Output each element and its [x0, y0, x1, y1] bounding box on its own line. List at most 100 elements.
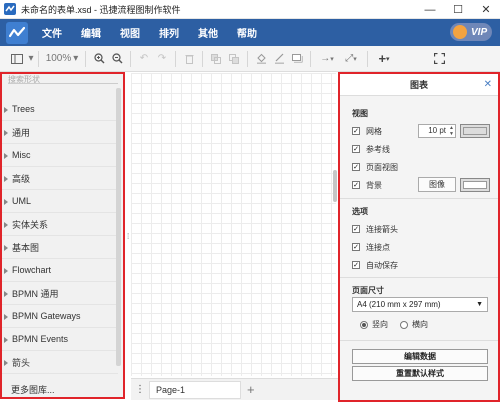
- page-size-section: 页面尺寸: [340, 285, 498, 296]
- shadow-icon[interactable]: [288, 49, 306, 69]
- canvas-scrollbar[interactable]: [333, 170, 337, 202]
- diagram-canvas[interactable]: [131, 73, 336, 376]
- toolbar-divider: [367, 50, 368, 67]
- guides-option: ✓ 参考线: [352, 140, 498, 158]
- grid-color-swatch[interactable]: [460, 124, 490, 138]
- section-divider: [340, 340, 498, 341]
- section-divider: [340, 198, 498, 199]
- view-section: 视图: [340, 108, 498, 119]
- shape-library-panel: 搜索形状 Trees 通用 Misc 高级 UML 实体关系 基本图 Flowc…: [0, 72, 125, 399]
- connection-arrows-option: ✓ 连接箭头: [352, 220, 498, 238]
- format-panel: 图表 ✕ 视图 ✓ 网格 10 pt ▲ ▼ ✓ 参考线 ✓ 页面视图 ✓ 背景 …: [338, 72, 500, 402]
- zoom-in-icon[interactable]: [90, 49, 108, 69]
- view-section-title: 视图: [352, 109, 368, 118]
- close-button[interactable]: ✕: [472, 0, 500, 19]
- view-options: ✓ 网格 10 pt ▲ ▼ ✓ 参考线 ✓ 页面视图 ✓ 背景 图像: [340, 122, 498, 194]
- zoom-value: 100%: [45, 53, 72, 64]
- line-color-icon[interactable]: [270, 49, 288, 69]
- library-item-uml[interactable]: UML: [2, 190, 118, 213]
- menu-other[interactable]: 其他: [198, 25, 218, 40]
- grid-size-value: 10 pt: [428, 126, 446, 135]
- page-view-checkbox[interactable]: ✓: [352, 163, 360, 171]
- page-tab-bar: ⋮ Page-1 +: [131, 378, 338, 400]
- options-list: ✓ 连接箭头 ✓ 连接点 ✓ 自动保存: [340, 220, 498, 274]
- library-item-basic[interactable]: 基本图: [2, 236, 118, 259]
- connection-style-icon[interactable]: → ▾: [315, 49, 339, 69]
- page-tab-page-1[interactable]: Page-1: [149, 380, 241, 399]
- landscape-radio[interactable]: [400, 320, 408, 329]
- insert-icon[interactable]: + ▾: [372, 49, 396, 69]
- orientation-landscape[interactable]: 横向: [400, 319, 428, 330]
- fullscreen-icon[interactable]: [430, 49, 448, 69]
- connection-points-checkbox[interactable]: ✓: [352, 243, 360, 251]
- background-image-button[interactable]: 图像: [418, 177, 456, 192]
- pages-menu-icon[interactable]: ⋮: [131, 384, 149, 395]
- portrait-radio[interactable]: [360, 320, 368, 329]
- toolbar-divider: [247, 50, 248, 67]
- minimize-button[interactable]: —: [416, 0, 444, 19]
- background-checkbox[interactable]: ✓: [352, 181, 360, 189]
- zoom-out-icon[interactable]: [108, 49, 126, 69]
- library-item-entity-relation[interactable]: 实体关系: [2, 213, 118, 236]
- zoom-select[interactable]: 100% ▾: [43, 49, 81, 69]
- app-logo-icon[interactable]: [6, 21, 28, 44]
- edit-data-button[interactable]: 编辑数据: [352, 349, 488, 364]
- grid-checkbox[interactable]: ✓: [352, 127, 360, 135]
- waypoints-icon[interactable]: ⤢ ▾: [339, 49, 363, 69]
- library-item-flowchart[interactable]: Flowchart: [2, 259, 118, 282]
- to-front-icon[interactable]: [207, 49, 225, 69]
- menu-arrange[interactable]: 排列: [159, 25, 179, 40]
- window-title: 未命名的表单.xsd - 迅捷流程图制作软件: [21, 4, 181, 15]
- menu-help[interactable]: 帮助: [237, 25, 257, 40]
- menu-file[interactable]: 文件: [42, 25, 62, 40]
- more-libraries-link[interactable]: 更多图库...: [11, 383, 55, 396]
- page-size-value: A4 (210 mm x 297 mm): [357, 300, 441, 309]
- redo-icon[interactable]: ↷: [153, 49, 171, 69]
- library-scrollbar[interactable]: [116, 88, 121, 366]
- panel-splitter-handle[interactable]: ⁞: [127, 232, 129, 241]
- close-icon[interactable]: ✕: [484, 79, 492, 90]
- menu-edit[interactable]: 编辑: [81, 25, 101, 40]
- menu-view[interactable]: 视图: [120, 25, 140, 40]
- grid-size-input[interactable]: 10 pt ▲ ▼: [418, 124, 456, 138]
- app-icon: [4, 3, 16, 15]
- connection-arrows-checkbox[interactable]: ✓: [352, 225, 360, 233]
- page-size-select[interactable]: A4 (210 mm x 297 mm) ▼: [352, 297, 488, 312]
- autosave-checkbox[interactable]: ✓: [352, 261, 360, 269]
- undo-icon[interactable]: ↶: [135, 49, 153, 69]
- guides-checkbox[interactable]: ✓: [352, 145, 360, 153]
- guides-label: 参考线: [366, 144, 390, 154]
- library-list: Trees 通用 Misc 高级 UML 实体关系 基本图 Flowchart …: [2, 98, 118, 374]
- library-item-bpmn-gateways[interactable]: BPMN Gateways: [2, 305, 118, 328]
- fill-color-icon[interactable]: [252, 49, 270, 69]
- toolbar-divider: [310, 50, 311, 67]
- toolbar-divider: [175, 50, 176, 67]
- maximize-button[interactable]: ☐: [444, 0, 472, 19]
- toolbar-divider: [85, 50, 86, 67]
- background-option: ✓ 背景 图像: [352, 176, 498, 194]
- library-item-bpmn-events[interactable]: BPMN Events: [2, 328, 118, 351]
- section-divider: [340, 277, 498, 278]
- toolbar-divider: [38, 50, 39, 67]
- reset-default-style-button[interactable]: 重置默认样式: [352, 366, 488, 381]
- panel-toggle-icon[interactable]: [6, 49, 28, 69]
- add-page-button[interactable]: +: [247, 382, 255, 397]
- spinner-arrows-icon[interactable]: ▲ ▼: [449, 125, 454, 137]
- to-back-icon[interactable]: [225, 49, 243, 69]
- shape-search-input[interactable]: 搜索形状: [8, 74, 118, 84]
- library-item-arrows[interactable]: 箭头: [2, 351, 118, 374]
- library-item-bpmn-general[interactable]: BPMN 通用: [2, 282, 118, 305]
- library-item-advanced[interactable]: 高级: [2, 167, 118, 190]
- toolbar: ▾ 100% ▾ ↶ ↷ → ▾ ⤢ ▾ + ▾: [0, 46, 500, 72]
- title-bar: 未命名的表单.xsd - 迅捷流程图制作软件 — ☐ ✕: [0, 0, 500, 19]
- library-item-misc[interactable]: Misc: [2, 144, 118, 167]
- library-item-trees[interactable]: Trees: [2, 98, 118, 121]
- delete-icon[interactable]: [180, 49, 198, 69]
- library-item-general[interactable]: 通用: [2, 121, 118, 144]
- orientation-portrait[interactable]: 竖向: [360, 319, 388, 330]
- format-panel-title: 图表: [409, 80, 428, 90]
- background-color-swatch[interactable]: [460, 178, 490, 192]
- portrait-label: 竖向: [372, 320, 388, 329]
- vip-button[interactable]: VIP: [450, 23, 492, 41]
- chevron-down-icon[interactable]: ▾: [28, 49, 34, 69]
